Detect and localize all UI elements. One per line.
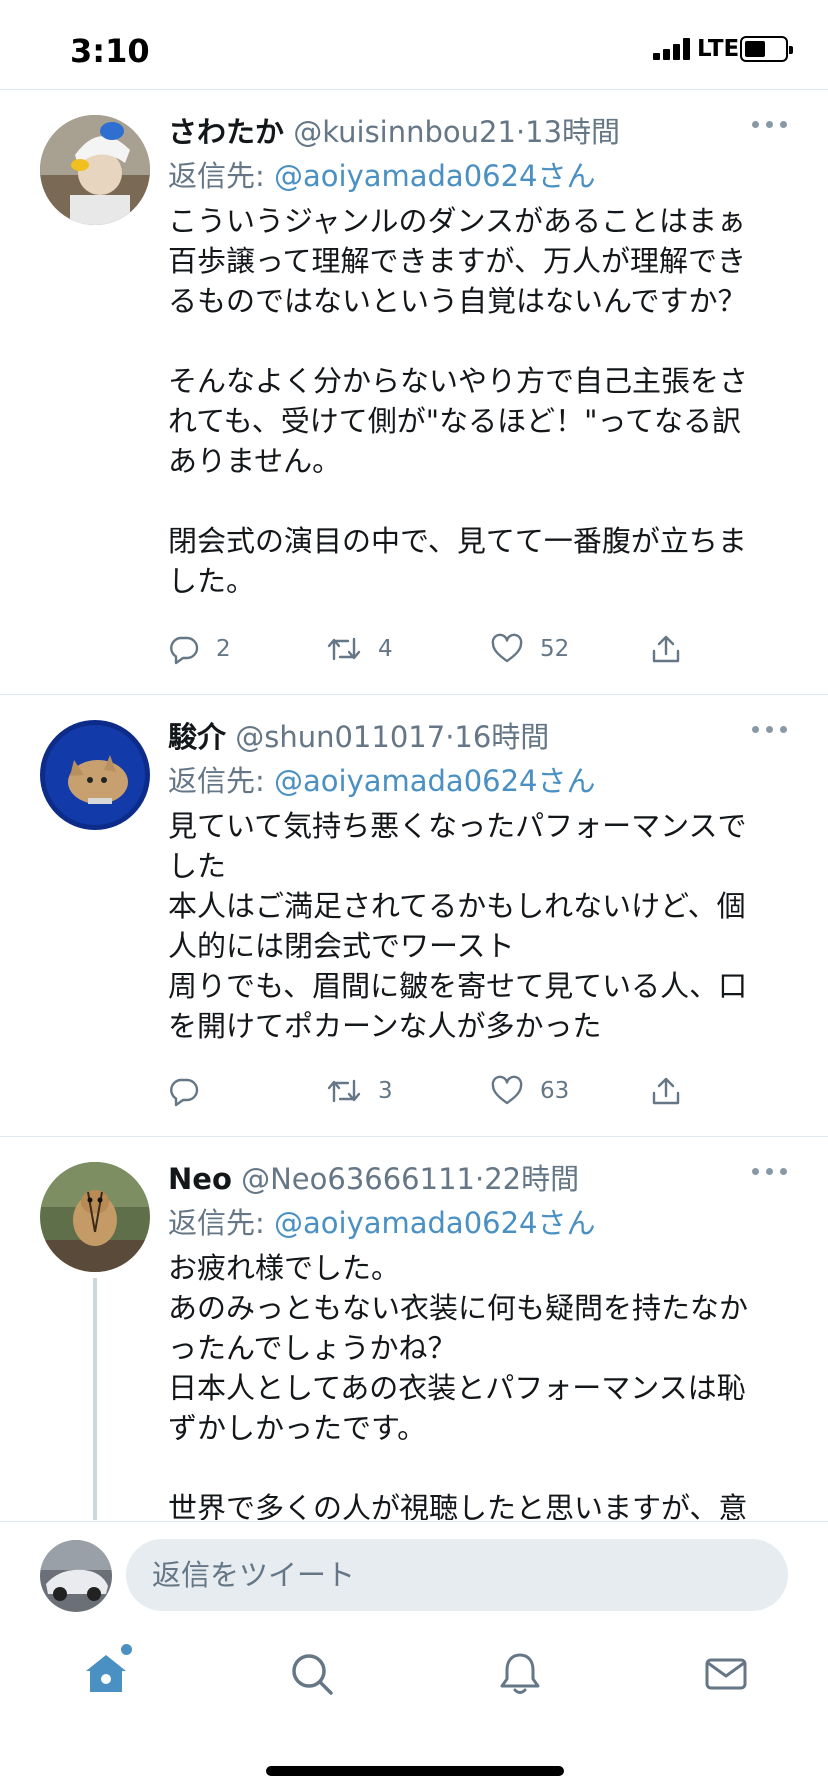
tweet-header: Neo @Neo63666111·22時間 <box>168 1156 579 1198</box>
separator: · <box>474 1162 485 1196</box>
tweet-actions: 3 63 <box>168 1071 688 1111</box>
heart-icon <box>491 1075 523 1105</box>
user-handle[interactable]: @kuisinnbou21 <box>293 115 516 149</box>
my-avatar <box>40 1540 112 1612</box>
reply-input[interactable]: 返信をツイート <box>126 1539 788 1611</box>
tweet[interactable]: Neo @Neo63666111·22時間 返信先: @aoiyamada062… <box>0 1138 828 1520</box>
reply-prefix: 返信先: <box>168 764 274 798</box>
like-count: 63 <box>540 1078 570 1104</box>
search-icon <box>292 1654 333 1695</box>
reply-mention[interactable]: @aoiyamada0624さん <box>274 1206 596 1240</box>
more-icon[interactable] <box>752 1166 788 1178</box>
reply-to: 返信先: @aoiyamada0624さん <box>168 153 596 195</box>
signal-icon <box>653 38 693 60</box>
bell-icon <box>500 1653 540 1694</box>
user-name[interactable]: さわたか <box>168 115 284 149</box>
share-icon <box>652 635 680 663</box>
share-icon <box>652 1077 680 1105</box>
share-button[interactable] <box>650 629 682 669</box>
reply-icon <box>170 1078 199 1107</box>
reply-button[interactable] <box>168 1071 216 1111</box>
tweet-actions: 2 4 52 <box>168 629 688 669</box>
like-button[interactable]: 52 <box>490 629 569 669</box>
retweet-icon <box>327 637 361 661</box>
more-icon[interactable] <box>752 724 788 736</box>
tab-home[interactable] <box>82 1644 132 1698</box>
time-ago: 13時間 <box>525 115 621 149</box>
user-name[interactable]: 駿介 <box>168 720 226 754</box>
reply-mention[interactable]: @aoiyamada0624さん <box>274 764 596 798</box>
user-name[interactable]: Neo <box>168 1162 232 1196</box>
retweet-count: 3 <box>378 1078 393 1104</box>
separator: · <box>515 115 526 149</box>
tab-search[interactable] <box>288 1650 336 1698</box>
reply-prefix: 返信先: <box>168 1206 274 1240</box>
notification-dot <box>121 1644 132 1655</box>
tab-bar <box>0 1624 828 1792</box>
like-count: 52 <box>540 636 570 662</box>
battery-icon <box>740 36 793 62</box>
share-button[interactable] <box>650 1071 682 1111</box>
heart-icon <box>491 633 523 663</box>
status-bar: 3:10 LTE <box>0 0 828 90</box>
tab-notifications[interactable] <box>496 1650 544 1698</box>
avatar[interactable] <box>40 115 150 225</box>
tweet-header: さわたか @kuisinnbou21·13時間 <box>168 109 620 151</box>
reply-count: 2 <box>216 636 231 662</box>
status-time: 3:10 <box>70 32 150 70</box>
user-handle[interactable]: @Neo63666111 <box>241 1162 475 1196</box>
retweet-count: 4 <box>378 636 393 662</box>
reply-to: 返信先: @aoiyamada0624さん <box>168 1200 596 1242</box>
reply-to: 返信先: @aoiyamada0624さん <box>168 758 596 800</box>
tweet-text: こういうジャンルのダンスがあることはまぁ 百歩譲って理解できますが、万人が理解で… <box>168 204 749 598</box>
time-ago: 22時間 <box>484 1162 580 1196</box>
network-type: LTE <box>697 36 740 62</box>
reply-prefix: 返信先: <box>168 159 274 193</box>
reply-button[interactable]: 2 <box>168 629 231 669</box>
reply-mention[interactable]: @aoiyamada0624さん <box>274 159 596 193</box>
retweet-icon <box>327 1079 361 1103</box>
tweet[interactable]: 駿介 @shun011017·16時間 返信先: @aoiyamada0624さ… <box>0 696 828 1137</box>
reply-icon <box>170 636 199 665</box>
tweet-header: 駿介 @shun011017·16時間 <box>168 714 549 756</box>
tweet[interactable]: さわたか @kuisinnbou21·13時間 返信先: @aoiyamada0… <box>0 91 828 695</box>
user-handle[interactable]: @shun011017 <box>235 720 445 754</box>
retweet-button[interactable]: 4 <box>326 629 393 669</box>
home-indicator <box>266 1766 564 1776</box>
time-ago: 16時間 <box>454 720 550 754</box>
thread-line <box>93 1278 97 1520</box>
tweet-text: 見ていて気持ち悪くなったパフォーマンスで した 本人はご満足されてるかもしれない… <box>168 809 748 1043</box>
reply-composer: 返信をツイート <box>0 1521 828 1624</box>
like-button[interactable]: 63 <box>490 1071 569 1111</box>
tab-messages[interactable] <box>702 1650 750 1698</box>
avatar[interactable] <box>40 1162 150 1272</box>
avatar[interactable] <box>40 720 150 830</box>
mail-icon <box>705 1658 747 1690</box>
tweet-text: お疲れ様でした。 あのみっともない衣装に何も疑問を持たなか ったんでしょうかね？… <box>168 1251 749 1520</box>
more-icon[interactable] <box>752 119 788 131</box>
home-icon <box>86 1655 126 1692</box>
retweet-button[interactable]: 3 <box>326 1071 393 1111</box>
